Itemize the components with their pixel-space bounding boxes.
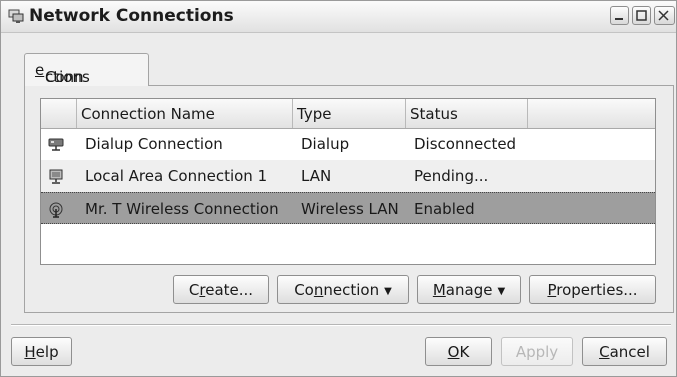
manage-label-mnemonic: M <box>432 281 446 299</box>
cancel-label-mnemonic: C <box>599 343 610 361</box>
connection-type: Wireless LAN <box>301 200 399 218</box>
cancel-label-part: ancel <box>609 343 650 361</box>
window-title: Network Connections <box>29 6 234 26</box>
close-icon <box>658 10 669 21</box>
ok-label-mnemonic: O <box>447 343 460 361</box>
connection-status: Enabled <box>414 200 475 218</box>
connection-name: Mr. T Wireless Connection <box>85 200 279 218</box>
manage-label-part: anage <box>445 281 493 299</box>
lan-monitor-icon <box>49 169 63 184</box>
close-button[interactable] <box>654 6 675 25</box>
network-app-icon <box>8 9 24 23</box>
tab-label-mnemonic: e <box>35 61 45 79</box>
help-label-part: elp <box>35 343 59 361</box>
ok-button[interactable]: OK <box>425 337 492 366</box>
connection-name: Dialup Connection <box>85 135 223 153</box>
minimize-icon <box>615 18 623 20</box>
network-connections-window: Network Connections Conn e ctions Connecti… <box>0 0 677 377</box>
cancel-button[interactable]: Cancel <box>582 337 667 366</box>
wireless-antenna-icon <box>49 202 63 218</box>
properties-label-part: roperties... <box>556 281 638 299</box>
connection-type: Dialup <box>301 135 350 153</box>
tab-label-part: ctions <box>45 68 90 86</box>
connection-name: Local Area Connection 1 <box>85 167 268 185</box>
connection-label-mnemonic: n <box>313 281 324 299</box>
table-row[interactable]: Local Area Connection 1 LAN Pending... <box>41 160 655 192</box>
help-button[interactable]: Help <box>11 337 72 366</box>
apply-button[interactable]: Apply <box>501 337 573 366</box>
connection-label-part: Co <box>294 281 314 299</box>
connection-label-part: nection <box>323 281 380 299</box>
tab-connections[interactable]: Conn e ctions <box>24 53 149 86</box>
create-button[interactable]: Create... <box>173 275 269 304</box>
column-header-name[interactable]: Connection Name <box>77 99 293 128</box>
title-bar[interactable]: Network Connections <box>1 1 676 33</box>
chevron-down-icon: ▼ <box>497 286 506 297</box>
table-row-selected[interactable]: Mr. T Wireless Connection Wireless LAN E… <box>41 192 655 224</box>
column-header-type[interactable]: Type <box>293 99 406 128</box>
maximize-icon <box>636 10 647 21</box>
properties-label-mnemonic: P <box>547 281 557 299</box>
list-header: Connection Name Type Status <box>41 99 655 129</box>
column-header-icon[interactable] <box>41 99 77 128</box>
connection-type: LAN <box>301 167 332 185</box>
column-header-filler <box>528 99 655 128</box>
dialog-separator <box>11 324 671 326</box>
minimize-button[interactable] <box>610 6 629 25</box>
create-label-part: C <box>188 281 200 299</box>
connections-list[interactable]: Connection Name Type Status Dialup Conne… <box>40 98 656 265</box>
ok-label-part: K <box>459 343 470 361</box>
chevron-down-icon: ▼ <box>384 286 392 297</box>
connection-status: Disconnected <box>414 135 517 153</box>
connection-menu-button[interactable]: Connection ▼ <box>277 275 409 304</box>
create-label-part: eate... <box>205 281 254 299</box>
apply-label: Apply <box>515 343 559 361</box>
connection-status: Pending... <box>414 167 489 185</box>
column-header-status[interactable]: Status <box>406 99 528 128</box>
properties-button[interactable]: Properties... <box>529 275 656 304</box>
help-label-mnemonic: H <box>24 343 36 361</box>
table-row[interactable]: Dialup Connection Dialup Disconnected <box>41 128 655 160</box>
dialup-modem-icon <box>48 138 64 151</box>
manage-menu-button[interactable]: Manage ▼ <box>417 275 521 304</box>
maximize-button[interactable] <box>632 6 651 25</box>
